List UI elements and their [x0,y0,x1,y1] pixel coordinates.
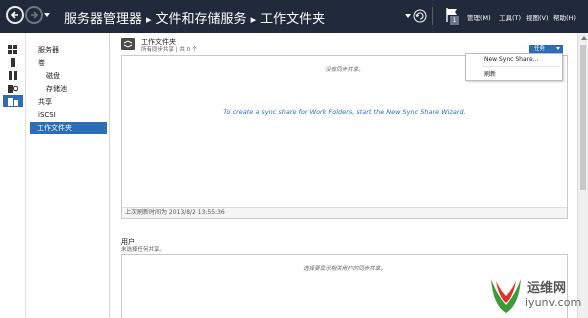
breadcrumb: 服务器管理器 ▸ 文件和存储服务 ▸ 工作文件夹 [64,8,325,27]
nav-item-disks[interactable]: 磁盘 [46,70,60,82]
watermark-logo [491,279,521,313]
local-server-icon [11,57,15,67]
breadcrumb-item-server-manager[interactable]: 服务器管理器 [64,12,142,27]
back-button[interactable] [6,6,24,24]
dropdown-arrow-icon[interactable] [405,14,411,19]
breadcrumb-separator: ▸ [250,13,257,26]
title-bar: 服务器管理器 ▸ 文件和存储服务 ▸ 工作文件夹 1 管理(M) 工具(T) 视图(V)… [0,0,588,33]
storage-icon [8,97,18,106]
left-navigation: 服务器 卷 磁盘 存储池 共享 iSCSI 工作文件夹 [27,33,110,318]
rail-file-services[interactable] [3,82,23,94]
forward-button[interactable] [25,6,43,24]
nav-item-volumes[interactable]: 卷 [38,57,45,69]
nav-item-servers[interactable]: 服务器 [38,44,59,56]
menu-manage[interactable]: 管理(M) [467,12,491,22]
new-sync-share-wizard-link[interactable]: To create a sync share for Work Folders,… [122,108,567,116]
menu-item-new-sync-share[interactable]: New Sync Share... [484,56,538,63]
tasks-label: 任务 [534,46,546,52]
notification-count-badge: 1 [450,16,459,25]
server-manager-window: 服务器管理器 ▸ 文件和存储服务 ▸ 工作文件夹 1 管理(M) 工具(T) 视图(V)… [0,0,588,318]
breadcrumb-item-work-folders: 工作文件夹 [260,12,326,27]
scroll-thumb[interactable] [580,45,586,190]
tasks-context-menu: New Sync Share... 刷新 [465,53,563,81]
tasks-button[interactable]: 任务 [529,45,563,53]
users-empty-message: 选择要显示相关用户的同步共享。 [303,266,386,272]
watermark-text-cn: 运维网 [527,281,567,296]
menu-view[interactable]: 视图(V) [526,12,549,22]
history-dropdown-icon[interactable] [43,11,51,19]
breadcrumb-item-file-storage[interactable]: 文件和存储服务 [156,12,247,27]
work-folders-icon [121,38,135,50]
chevron-down-icon [556,47,560,50]
rail-storage[interactable] [3,95,23,107]
scroll-up-arrow-icon[interactable] [581,36,587,40]
header-divider [432,7,433,25]
refresh-icon[interactable] [413,9,427,23]
dashboard-icon [8,44,17,54]
all-servers-icon [9,70,17,80]
file-services-icon [8,84,18,93]
nav-item-storage-pools[interactable]: 存储池 [46,83,67,95]
menu-help[interactable]: 帮助(H) [553,12,576,22]
nav-item-work-folders[interactable]: 工作文件夹 [30,122,107,134]
icon-rail [0,33,26,318]
nav-item-iscsi[interactable]: iSCSI [38,109,56,121]
menu-item-refresh[interactable]: 刷新 [484,69,496,78]
nav-item-shares[interactable]: 共享 [38,96,52,108]
menu-tools[interactable]: 工具(T) [499,12,521,22]
last-refresh-status: 上次刷新时间为 2013/8/2 13:55:36 [122,207,567,218]
breadcrumb-separator: ▸ [146,13,152,26]
rail-local-server[interactable] [3,56,23,68]
arrow-left-icon [10,11,18,19]
arrow-right-icon [31,11,39,19]
section-subtitle: 所有同步共享 | 共 0 个 [141,47,198,53]
rail-all-servers[interactable] [3,69,23,81]
watermark: 运维网 iyunv.com [487,273,588,318]
watermark-text-url: iyunv.com [525,296,582,309]
menu-separator [482,66,560,67]
users-section-subtitle: 未选择任何共享。 [121,247,166,253]
rail-dashboard[interactable] [3,43,23,55]
